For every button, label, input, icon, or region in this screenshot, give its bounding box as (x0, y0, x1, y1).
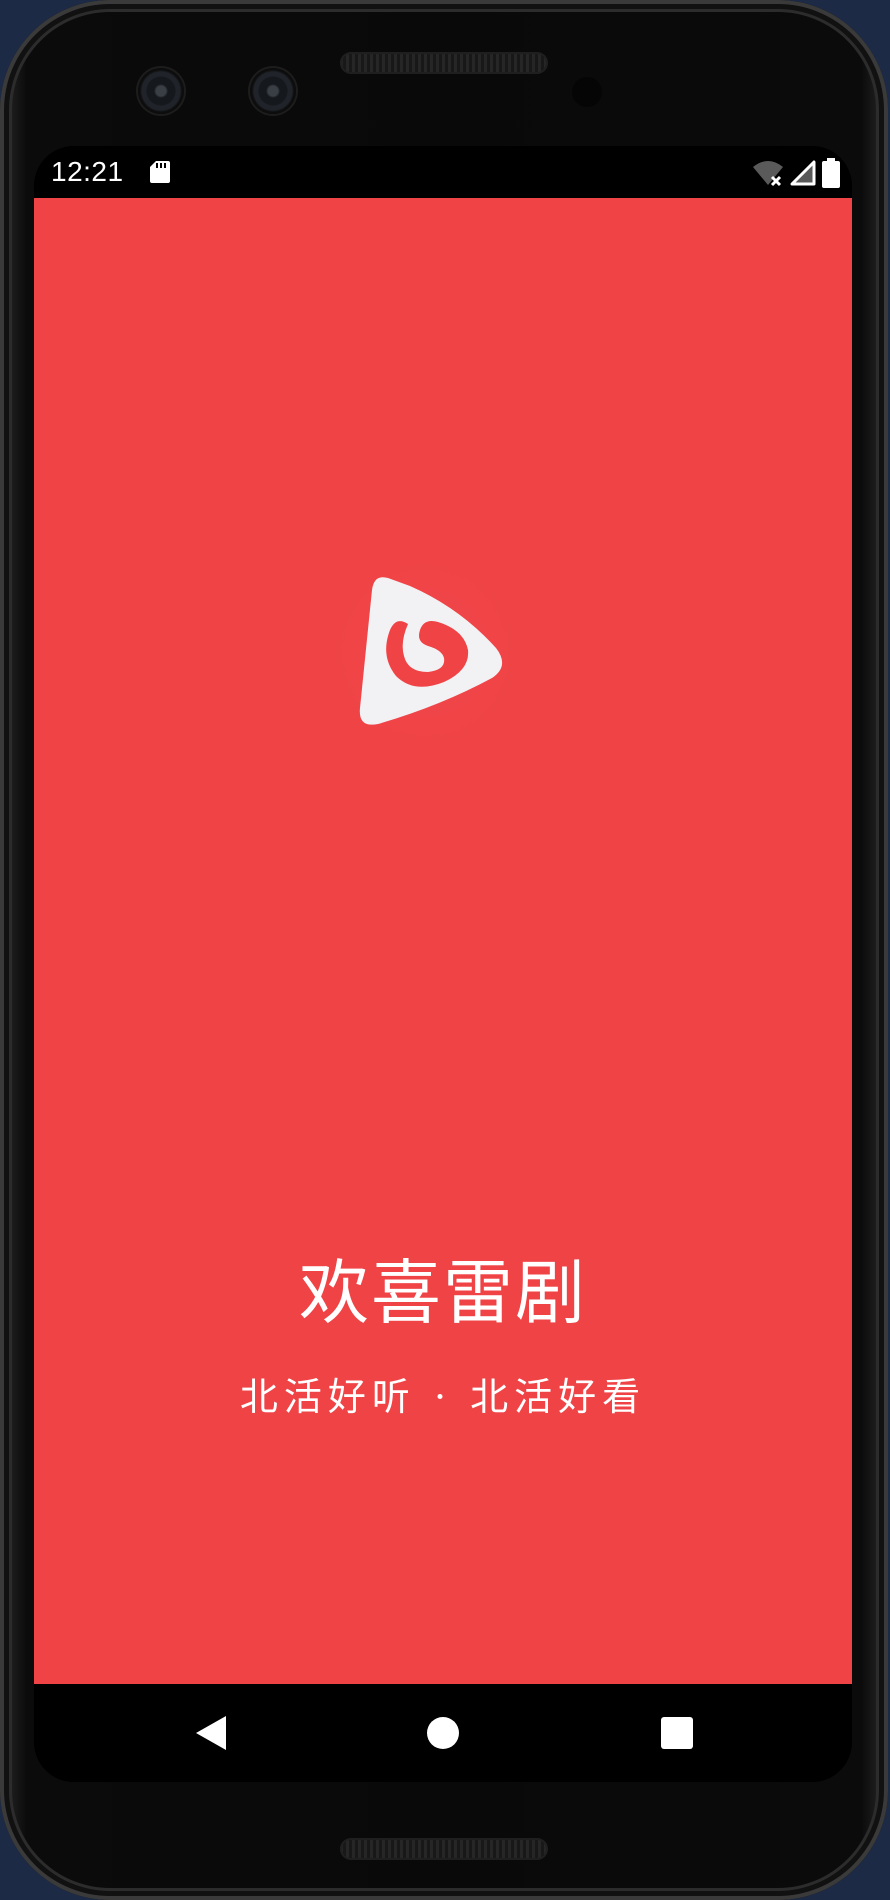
front-camera-icon (138, 68, 184, 114)
phone-frame: 12:21 欢喜雷剧 北活好听 · 北活好看 (0, 0, 888, 1900)
front-camera-secondary-icon (250, 68, 296, 114)
status-bar: 12:21 (34, 146, 852, 198)
home-button[interactable] (416, 1706, 470, 1760)
recents-icon (661, 1717, 693, 1749)
recents-button[interactable] (650, 1706, 704, 1760)
app-title: 欢喜雷剧 (299, 1252, 587, 1334)
battery-icon (822, 158, 840, 188)
status-icons (752, 158, 840, 188)
cell-signal-icon (790, 160, 816, 186)
sd-card-icon (150, 161, 170, 183)
wifi-off-icon (753, 161, 783, 187)
earpiece-speaker (340, 52, 548, 74)
app-slogan: 北活好听 · 北活好看 (239, 1375, 647, 1419)
bottom-speaker (340, 1838, 548, 1860)
status-time: 12:21 (51, 156, 124, 187)
proximity-sensor (572, 77, 602, 107)
app-logo-icon (313, 541, 537, 765)
splash-screen: 欢喜雷剧 北活好听 · 北活好看 (34, 198, 852, 1684)
back-icon (196, 1716, 226, 1750)
back-button[interactable] (184, 1706, 238, 1760)
navigation-bar (34, 1684, 852, 1782)
home-icon (427, 1717, 459, 1749)
screen: 12:21 欢喜雷剧 北活好听 · 北活好看 (34, 146, 852, 1782)
